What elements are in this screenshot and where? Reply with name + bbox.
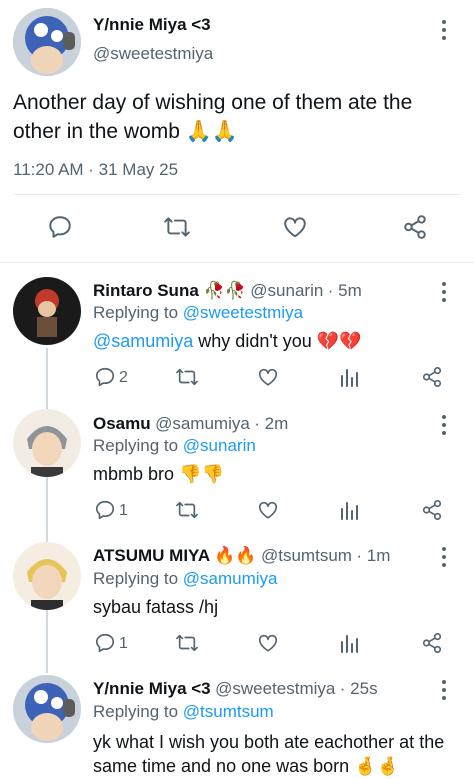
- tweet-text-line: Another day of wishing one of them ate t…: [13, 91, 413, 114]
- thread-line: [46, 348, 48, 673]
- more-options-icon[interactable]: [441, 20, 447, 44]
- divider: [0, 262, 474, 263]
- reply-header: Y/nnie Miya <3 @sweetestmiya · 25s: [93, 679, 378, 699]
- handle[interactable]: @sweetestmiya: [215, 679, 335, 698]
- analytics-icon[interactable]: [340, 499, 360, 521]
- replying-to: Replying to @tsumtsum: [93, 702, 274, 722]
- handle[interactable]: @sunarin: [250, 281, 323, 300]
- replying-to-label: Replying to: [93, 569, 183, 588]
- handle[interactable]: @samumiya: [155, 414, 250, 433]
- reply-count: 1: [119, 635, 128, 652]
- avatar[interactable]: [13, 542, 81, 610]
- reply-icon[interactable]: [94, 499, 116, 521]
- display-name[interactable]: Y/nnie Miya <3: [93, 679, 211, 698]
- more-options-icon[interactable]: [441, 547, 447, 571]
- replying-to-link[interactable]: @sweetestmiya: [183, 303, 303, 322]
- reply-text: @samumiya why didn't you 💔💔: [93, 331, 362, 352]
- share-icon[interactable]: [421, 366, 443, 388]
- replying-to: Replying to @sunarin: [93, 436, 256, 456]
- replying-to-link[interactable]: @sunarin: [183, 436, 256, 455]
- reply-time: · 25s: [339, 679, 378, 698]
- tweet-text-line: other in the womb 🙏🙏: [13, 120, 239, 143]
- reply-header: Rintaro Suna 🥀🥀 @sunarin · 5m: [93, 281, 362, 301]
- display-name[interactable]: Y/nnie Miya <3: [93, 15, 211, 35]
- replying-to-link[interactable]: @samumiya: [183, 569, 278, 588]
- analytics-icon[interactable]: [340, 366, 360, 388]
- replying-to-label: Replying to: [93, 702, 183, 721]
- handle[interactable]: @tsumtsum: [261, 546, 352, 565]
- reply-icon[interactable]: [94, 632, 116, 654]
- divider: [13, 194, 461, 195]
- reply-time: · 5m: [327, 281, 362, 300]
- display-name[interactable]: Rintaro Suna 🥀🥀: [93, 281, 246, 300]
- replying-to-label: Replying to: [93, 436, 183, 455]
- reply-header: ATSUMU MIYA 🔥🔥 @tsumtsum · 1m: [93, 546, 390, 566]
- reply-icon[interactable]: [47, 214, 73, 240]
- like-icon[interactable]: [282, 214, 308, 240]
- mention-link[interactable]: @samumiya: [93, 331, 193, 351]
- reply-time: · 2m: [254, 414, 289, 433]
- avatar[interactable]: [13, 277, 81, 345]
- replying-to: Replying to @sweetestmiya: [93, 303, 303, 323]
- share-icon[interactable]: [402, 214, 428, 240]
- reply-text-body: why didn't you 💔💔: [193, 331, 362, 351]
- tweet-text: Another day of wishing one of them ate t…: [13, 88, 412, 146]
- display-name[interactable]: Osamu: [93, 414, 151, 433]
- like-icon[interactable]: [257, 366, 279, 388]
- handle[interactable]: @sweetestmiya: [93, 44, 213, 64]
- display-name[interactable]: ATSUMU MIYA 🔥🔥: [93, 546, 257, 565]
- reply-time: · 1m: [356, 546, 391, 565]
- share-icon[interactable]: [421, 632, 443, 654]
- replying-to: Replying to @samumiya: [93, 569, 278, 589]
- more-options-icon[interactable]: [441, 680, 447, 704]
- more-options-icon[interactable]: [441, 282, 447, 306]
- reply-text: yk what I wish you both ate eachother at…: [93, 730, 444, 778]
- retweet-icon[interactable]: [175, 632, 199, 654]
- reply-text: mbmb bro 👎👎: [93, 464, 224, 484]
- avatar[interactable]: [13, 8, 81, 76]
- reply-text-line: yk what I wish you both ate eachother at…: [93, 732, 445, 752]
- retweet-icon[interactable]: [175, 499, 199, 521]
- reply-header: Osamu @samumiya · 2m: [93, 414, 288, 434]
- more-options-icon[interactable]: [441, 415, 447, 439]
- replying-to-link[interactable]: @tsumtsum: [183, 702, 274, 721]
- retweet-icon[interactable]: [163, 214, 191, 240]
- reply-text: sybau fatass /hj: [93, 597, 219, 617]
- avatar[interactable]: [13, 675, 81, 743]
- analytics-icon[interactable]: [340, 632, 360, 654]
- reply-text-line: same time and no one was born 🤞🤞: [93, 756, 399, 776]
- reply-count: 1: [119, 502, 128, 519]
- replying-to-label: Replying to: [93, 303, 183, 322]
- share-icon[interactable]: [421, 499, 443, 521]
- timestamp[interactable]: 11:20 AM · 31 May 25: [13, 160, 178, 180]
- reply-count: 2: [119, 369, 128, 386]
- like-icon[interactable]: [257, 632, 279, 654]
- reply-icon[interactable]: [94, 366, 116, 388]
- like-icon[interactable]: [257, 499, 279, 521]
- avatar[interactable]: [13, 409, 81, 477]
- retweet-icon[interactable]: [175, 366, 199, 388]
